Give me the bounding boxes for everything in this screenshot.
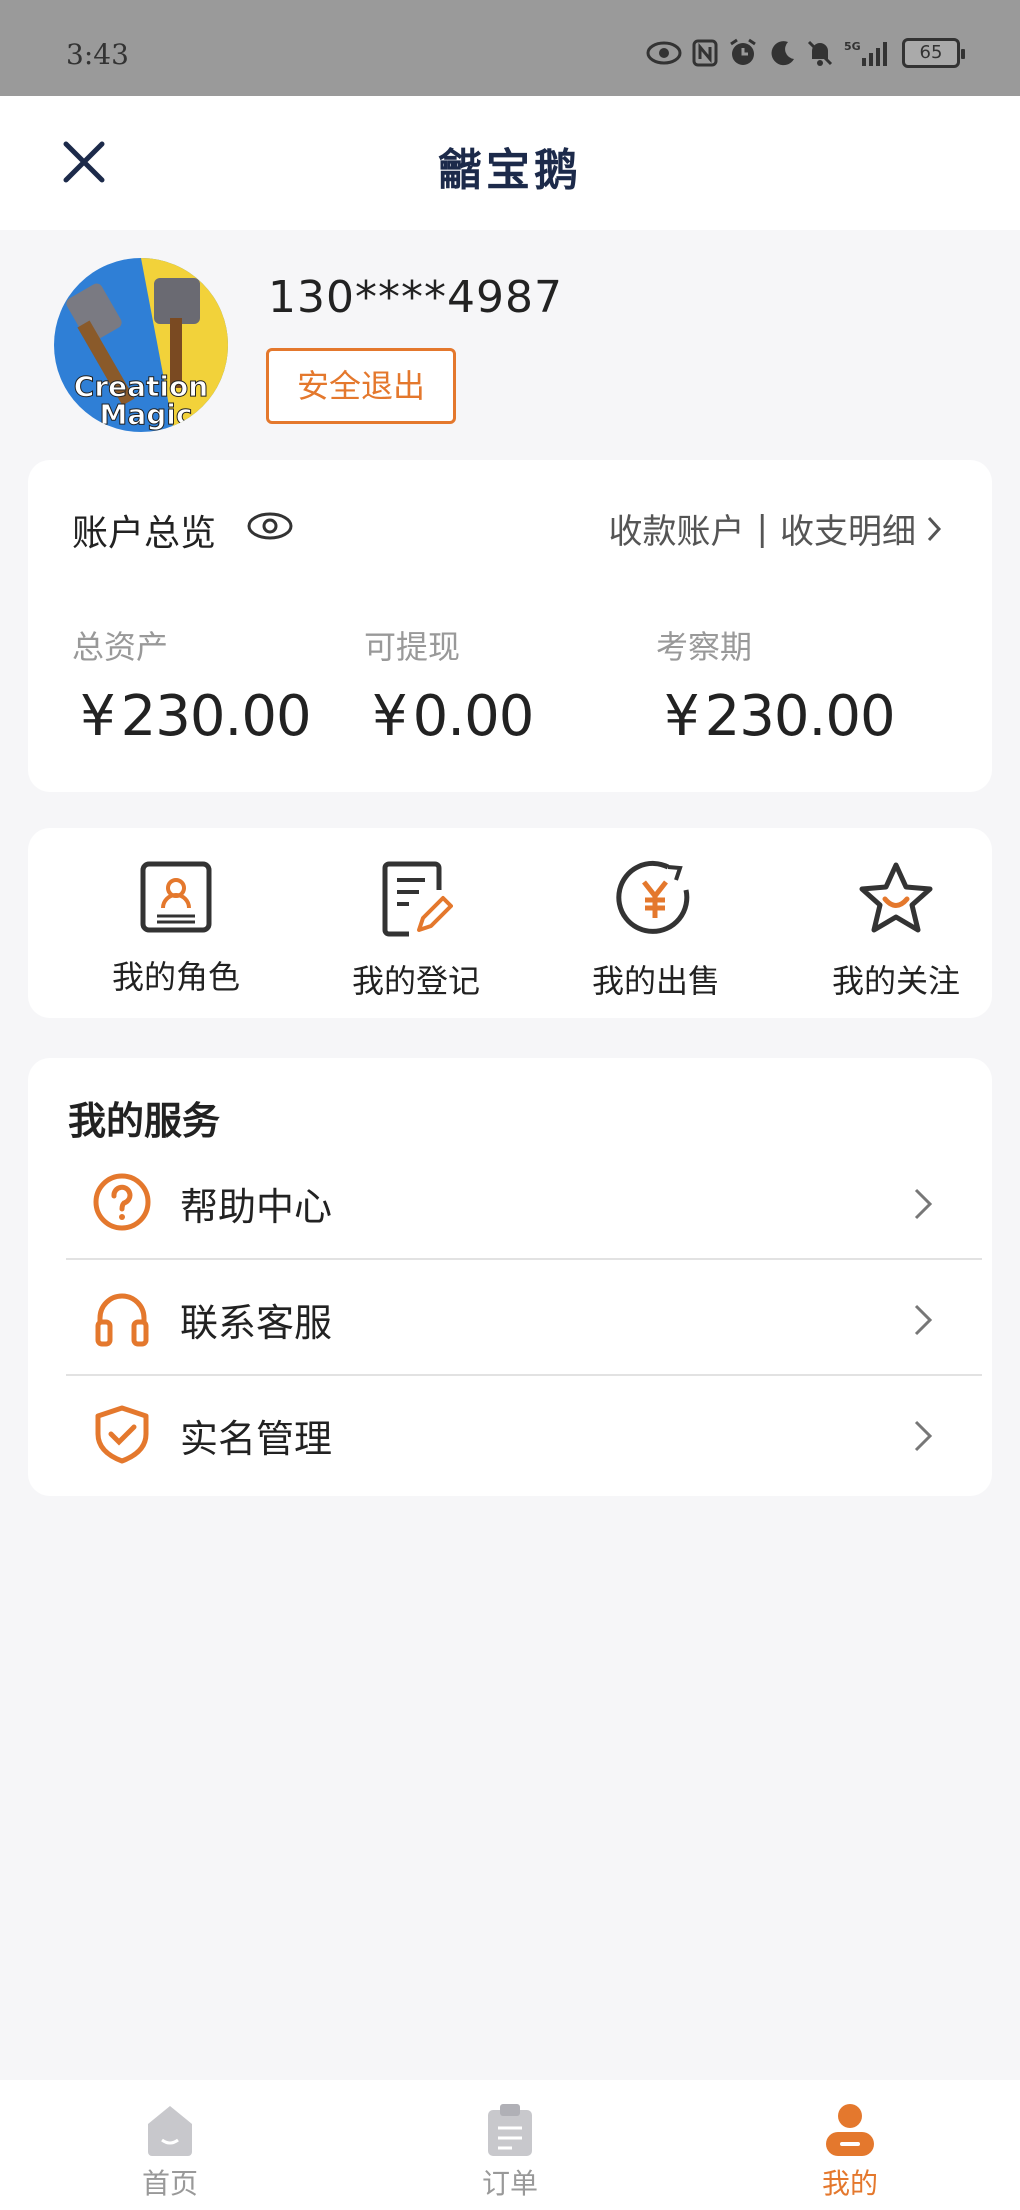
account-overview-card: 账户总览 收款账户 | 收支明细 总资产 ¥230.00 可提现 ¥0.00 考… [28,460,992,792]
stat-probation: 考察期 ¥230.00 [656,622,896,749]
stat-label: 考察期 [656,628,753,666]
eye-toggle-icon[interactable] [246,510,294,542]
menu-my-sales[interactable]: 我的出售 [556,860,756,1002]
edit-document-icon [382,861,453,937]
home-icon [148,2106,192,2156]
menu-label: 我的出售 [591,962,720,1000]
stat-withdrawable: 可提现 ¥0.00 [364,622,534,749]
alarm-icon [730,38,756,65]
mute-bell-icon [807,40,833,66]
tab-label: 订单 [481,2167,538,2200]
chevron-right-icon [914,1420,933,1452]
moon-icon [771,41,794,66]
menu-my-registrations[interactable]: 我的登记 [316,860,516,1002]
signal-5g-icon: 5G [844,40,887,66]
menu-label: 我的角色 [111,958,240,996]
bottom-tab-bar: 首页 订单 我的 [0,2080,1020,2210]
account-links: 收款账户 | 收支明细 [609,504,942,553]
chevron-right-icon[interactable] [926,515,942,543]
help-icon [93,1173,151,1231]
eye-comfort-icon [646,41,682,65]
chevron-right-icon [914,1188,933,1220]
service-contact-support[interactable]: 联系客服 [66,1262,982,1376]
service-help-center[interactable]: 帮助中心 [66,1146,982,1260]
star-smile-icon [859,862,933,933]
service-label: 联系客服 [180,1301,333,1345]
stat-value: ¥230.00 [664,684,896,749]
service-label: 帮助中心 [180,1185,333,1229]
shield-check-icon [95,1405,149,1464]
yen-cycle-icon [616,860,690,934]
menu-label: 我的关注 [831,962,960,1000]
headset-icon [95,1293,149,1347]
avatar[interactable]: Creation Magic [54,258,228,432]
profile-section: Creation Magic 130****4987 安全退出 [54,258,954,438]
title-bar: 龤宝鹅 [0,96,1020,230]
my-services-card: 我的服务 帮助中心 联系客服 实名管理 [28,1058,992,1496]
nfc-icon [692,39,718,67]
status-icons: 5G 65 [646,38,965,68]
status-bar: 3:43 5G 65 [0,0,1020,96]
stat-label: 总资产 [72,628,169,666]
avatar-image: Creation Magic [54,258,228,432]
status-time: 3:43 [66,38,129,71]
service-real-name[interactable]: 实名管理 [66,1378,982,1492]
battery-indicator: 65 [902,38,965,68]
clipboard-icon [488,2104,532,2156]
tab-label: 我的 [821,2167,878,2200]
stat-total-assets: 总资产 ¥230.00 [72,622,312,749]
tab-mine[interactable]: 我的 [750,2102,950,2202]
menu-my-follows[interactable]: 我的关注 [796,860,996,1002]
account-overview-title: 账户总览 [72,513,217,554]
tab-label: 首页 [141,2167,198,2200]
menu-my-roles[interactable]: 我的角色 [76,860,276,998]
logout-button[interactable]: 安全退出 [266,348,456,424]
stat-value: ¥230.00 [80,684,312,749]
service-label: 实名管理 [180,1417,333,1461]
payee-account-link[interactable]: 收款账户 [609,504,745,553]
role-card-icon [140,861,212,933]
stat-value: ¥0.00 [372,684,534,749]
page-title: 龤宝鹅 [438,145,582,196]
user-phone: 130****4987 [268,272,563,323]
user-icon [826,2104,874,2156]
link-separator: | [756,508,768,549]
svg-text:Magic: Magic [100,398,193,431]
svg-text:5G: 5G [844,40,861,53]
transaction-details-link[interactable]: 收支明细 [780,504,916,553]
menu-label: 我的登记 [351,962,480,1000]
quick-menu-card: 我的角色 我的登记 我的出售 我的关注 [28,828,992,1018]
stat-label: 可提现 [364,628,461,666]
tab-orders[interactable]: 订单 [410,2102,610,2202]
chevron-right-icon [914,1304,933,1336]
tab-home[interactable]: 首页 [70,2102,270,2202]
services-title: 我的服务 [68,1099,221,1143]
